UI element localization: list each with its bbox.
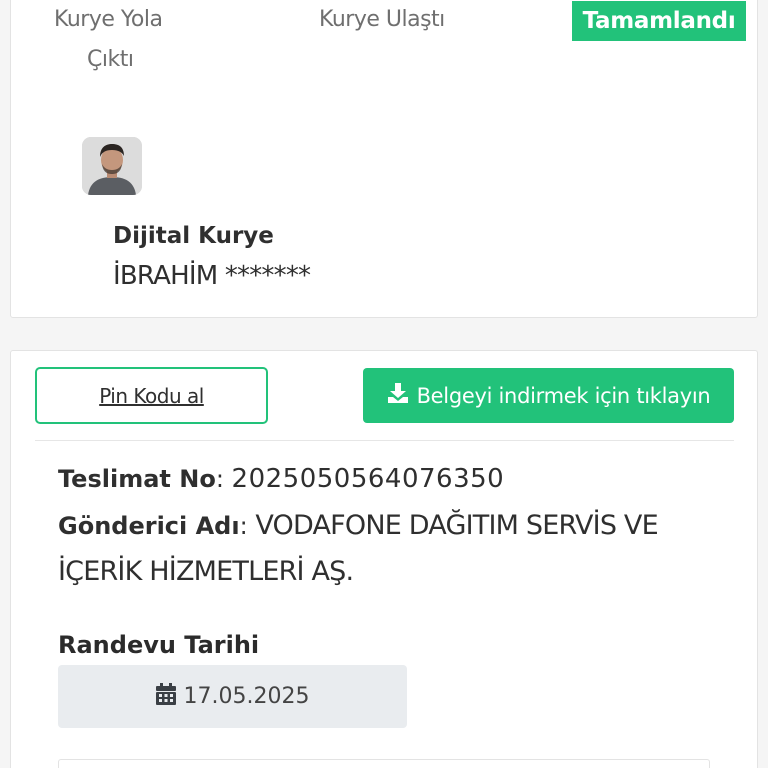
courier-avatar: [82, 137, 142, 195]
delivery-number-label: Teslimat No: [58, 465, 216, 493]
delivery-number-row: Teslimat No: 2025050564076350: [58, 464, 505, 494]
download-document-button[interactable]: Belgeyi indirmek için tıklayın: [363, 368, 734, 423]
delivery-number-value: 2025050564076350: [231, 464, 505, 494]
sender-name-label: Gönderici Adı: [58, 512, 240, 540]
calendar-icon: [155, 682, 176, 711]
get-pin-code-button[interactable]: Pin Kodu al: [35, 367, 268, 424]
divider: [35, 440, 734, 441]
step-courier-departed-line2: Çıktı: [87, 47, 134, 72]
download-icon: [387, 382, 409, 409]
courier-name: İBRAHİM *******: [113, 261, 311, 291]
download-document-label: Belgeyi indirmek için tıklayın: [416, 383, 711, 408]
delivery-details-card: Pin Kodu al Belgeyi indirmek için tıklay…: [10, 350, 758, 768]
appointment-date-label: Randevu Tarihi: [58, 631, 260, 659]
step-courier-arrived: Kurye Ulaştı: [319, 7, 445, 32]
appointment-date-field[interactable]: 17.05.2025: [58, 665, 407, 728]
sender-name-value-line2: İÇERİK HİZMETLERİ AŞ.: [58, 556, 354, 587]
appointment-date-value: 17.05.2025: [183, 684, 310, 709]
step-courier-departed-line1: Kurye Yola: [54, 7, 163, 32]
next-section-box: [58, 759, 710, 768]
sender-name-value-line1: VODAFONE DAĞITIM SERVİS VE: [255, 510, 658, 541]
delivery-status-card: Kurye Yola Çıktı Kurye Ulaştı Tamamlandı…: [10, 0, 758, 318]
courier-title: Dijital Kurye: [113, 223, 274, 249]
sender-name-row: Gönderici Adı: VODAFONE DAĞITIM SERVİS V…: [58, 510, 659, 541]
sender-name-row-continued: İÇERİK HİZMETLERİ AŞ.: [58, 556, 354, 587]
step-completed-badge: Tamamlandı: [572, 1, 746, 41]
